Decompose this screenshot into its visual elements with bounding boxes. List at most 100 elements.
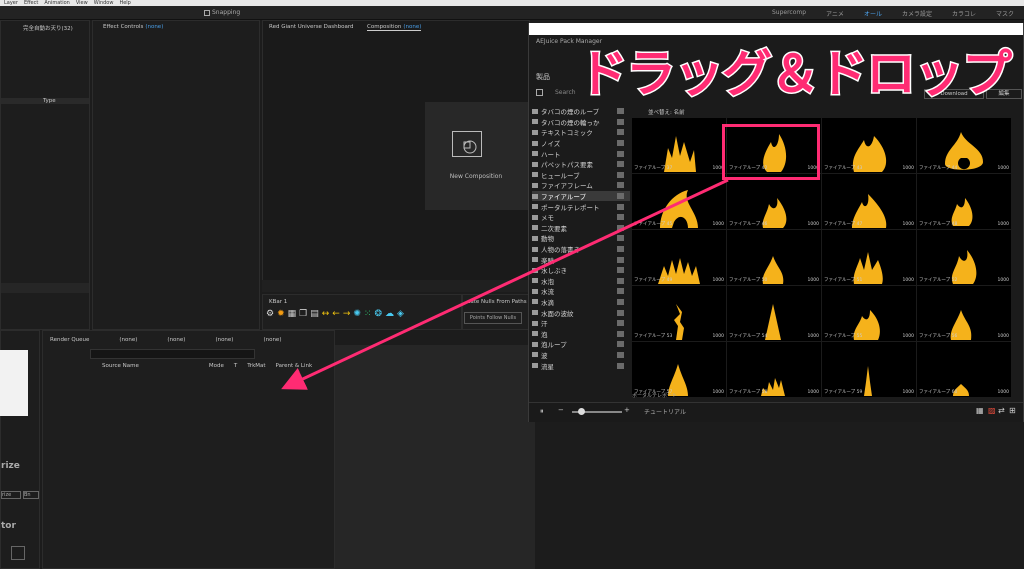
arrow-both-icon[interactable]: ↔ — [322, 309, 330, 319]
tab-composition[interactable]: Composition — [367, 24, 401, 30]
category-item[interactable]: 水流 — [532, 286, 630, 297]
category-item[interactable]: 水滴 — [532, 297, 630, 308]
category-item[interactable]: 水面の波紋 — [532, 307, 630, 318]
category-item[interactable]: ノイズ — [532, 138, 630, 149]
col-mode[interactable]: Mode — [209, 363, 224, 371]
category-item[interactable]: パペットパス要素 — [532, 159, 630, 170]
type-column-header[interactable]: Type — [43, 98, 56, 104]
search-input[interactable]: Search — [555, 89, 576, 96]
tutorial-link[interactable]: チュートリアル — [644, 407, 686, 416]
asset-tile[interactable]: ファイアループ 45 1000 — [632, 174, 726, 229]
category-item[interactable]: 二次要素 — [532, 223, 630, 234]
category-item[interactable]: メモ — [532, 212, 630, 223]
asset-tile[interactable]: ファイアループ 59 1000 — [822, 342, 916, 397]
asset-tile[interactable]: ファイアループ 43 1000 — [822, 118, 916, 173]
workspace-camera[interactable]: カメラ設定 — [902, 9, 932, 18]
category-item[interactable]: ファイアループ — [532, 190, 630, 202]
asset-tile[interactable]: ファイアループ 55 1000 — [822, 286, 916, 341]
tab-render-queue[interactable]: Render Queue — [50, 337, 89, 343]
cloud-icon[interactable]: ☁ — [385, 309, 394, 319]
col-t[interactable]: T — [234, 363, 237, 371]
workspace-all[interactable]: オール — [864, 9, 882, 18]
category-item[interactable]: 楽験 — [532, 254, 630, 265]
category-item[interactable]: 流星 — [532, 360, 630, 371]
asset-tile[interactable]: ファイアループ 51 1000 — [822, 230, 916, 285]
workspace-supercomp[interactable]: Supercomp — [772, 9, 806, 18]
loop-icon[interactable]: ✺ — [353, 309, 361, 319]
grid-icon[interactable]: ▦ — [288, 309, 297, 319]
grid-view-icon[interactable]: ▦ — [976, 406, 984, 415]
category-item[interactable]: 人物の落書き — [532, 244, 630, 255]
arrow-right-icon[interactable]: → — [343, 309, 351, 319]
pause-icon[interactable]: ⏸ — [540, 407, 544, 416]
workspace-colorcorrect[interactable]: カラコレ — [952, 9, 976, 18]
zoom-in-icon[interactable]: + — [624, 406, 630, 414]
asset-tile[interactable]: ファイアループ 53 1000 — [632, 286, 726, 341]
create-nulls-title[interactable]: eate Nulls From Paths — [467, 299, 527, 305]
asset-tile[interactable]: ファイアループ 60 1000 — [917, 342, 1011, 397]
bn-button[interactable]: Bn — [23, 491, 39, 499]
asset-tile[interactable]: ファイアループ 50 1000 — [727, 230, 821, 285]
category-item[interactable]: 水しぶき — [532, 265, 630, 276]
asset-tile[interactable]: ファイアループ 56 1000 — [917, 286, 1011, 341]
asset-tile[interactable]: ファイアループ 48 1000 — [917, 174, 1011, 229]
snapping-checkbox[interactable] — [204, 9, 210, 16]
rize-button[interactable]: rize — [1, 491, 21, 499]
refresh-icon[interactable]: ⇄ — [998, 406, 1005, 415]
workspace-anime[interactable]: アニメ — [826, 9, 844, 18]
category-item[interactable]: 泡 — [532, 328, 630, 339]
arrow-left-icon[interactable]: ← — [332, 309, 340, 319]
points-follow-nulls-button[interactable]: Points Follow Nulls — [464, 312, 522, 324]
dots-grid-icon[interactable]: ⁙ — [364, 309, 372, 319]
cube-icon[interactable]: ◈ — [397, 309, 404, 319]
col-parent-link[interactable]: Parent & Link — [276, 363, 313, 371]
select-all-checkbox[interactable] — [536, 89, 543, 96]
category-item[interactable]: ヒュールーブ — [532, 170, 630, 181]
asset-tile[interactable]: ファイアループ 37 1000 — [632, 118, 726, 173]
category-item[interactable]: テキストコミック — [532, 127, 630, 138]
tab-timeline-3[interactable]: (none) — [215, 337, 233, 343]
timeline-search-input[interactable] — [90, 349, 255, 359]
asset-tile[interactable]: ファイアループ 52 1000 — [917, 230, 1011, 285]
tab-timeline-2[interactable]: (none) — [167, 337, 185, 343]
effect-controls-title[interactable]: Effect Controls — [103, 24, 143, 30]
category-item[interactable]: タバコの煙の輪っか — [532, 117, 630, 128]
asset-tile[interactable]: ファイアループ 47 1000 — [822, 174, 916, 229]
asset-tile[interactable]: ファイアループ 57 1000 — [632, 342, 726, 397]
slider-handle[interactable] — [578, 408, 585, 415]
layout-icon[interactable]: ⊞ — [1009, 406, 1016, 415]
tab-rg-dashboard[interactable]: Red Giant Universe Dashboard — [269, 24, 354, 30]
gear-icon[interactable]: ⚙ — [266, 309, 274, 319]
tab-timeline-1[interactable]: (none) — [119, 337, 137, 343]
asset-tile[interactable]: ファイアループ 44 1000 — [917, 118, 1011, 173]
snapping-toggle[interactable]: Snapping — [204, 9, 240, 16]
category-item[interactable]: ハート — [532, 148, 630, 159]
category-item[interactable]: 波 — [532, 350, 630, 361]
asset-name: ファイアループ 58 — [729, 390, 768, 395]
category-item[interactable]: ポータルテレポート — [532, 201, 630, 212]
layers-icon[interactable]: ▤ — [310, 309, 319, 319]
sort-dropdown[interactable]: 並べ替え: 名前 — [648, 108, 685, 116]
category-item[interactable]: 水泡 — [532, 276, 630, 287]
asset-tile[interactable]: ファイアループ 46 1000 — [727, 174, 821, 229]
category-item[interactable]: 汗 — [532, 318, 630, 329]
copy-icon[interactable]: ❐ — [299, 309, 307, 319]
workspace-mask[interactable]: マスク — [996, 9, 1014, 18]
tab-timeline-4[interactable]: (none) — [263, 337, 281, 343]
project-tab-title[interactable]: 完全自動お天り(32) — [23, 24, 73, 32]
flag-icon[interactable]: ▨ — [988, 406, 996, 415]
col-source-name[interactable]: Source Name — [102, 363, 139, 371]
sun-gear-icon[interactable]: ✹ — [277, 309, 285, 319]
zoom-out-icon[interactable]: − — [558, 406, 564, 414]
category-item[interactable]: ファイアフレーム — [532, 180, 630, 191]
asset-tile[interactable]: ファイアループ 54 1000 — [727, 286, 821, 341]
category-item[interactable]: タバコの煙のループ — [532, 106, 630, 117]
kbar-title[interactable]: KBar 1 — [269, 299, 287, 305]
asset-tile[interactable]: ファイアループ 58 1000 — [727, 342, 821, 397]
category-item[interactable]: 泡ループ — [532, 339, 630, 350]
asset-tile[interactable]: ファイアループ 49 1000 — [632, 230, 726, 285]
circle-dots-icon[interactable]: ❂ — [374, 309, 382, 319]
transform-icon[interactable] — [11, 546, 25, 560]
category-item[interactable]: 動物 — [532, 233, 630, 244]
col-trkmat[interactable]: TrkMat — [247, 363, 265, 371]
